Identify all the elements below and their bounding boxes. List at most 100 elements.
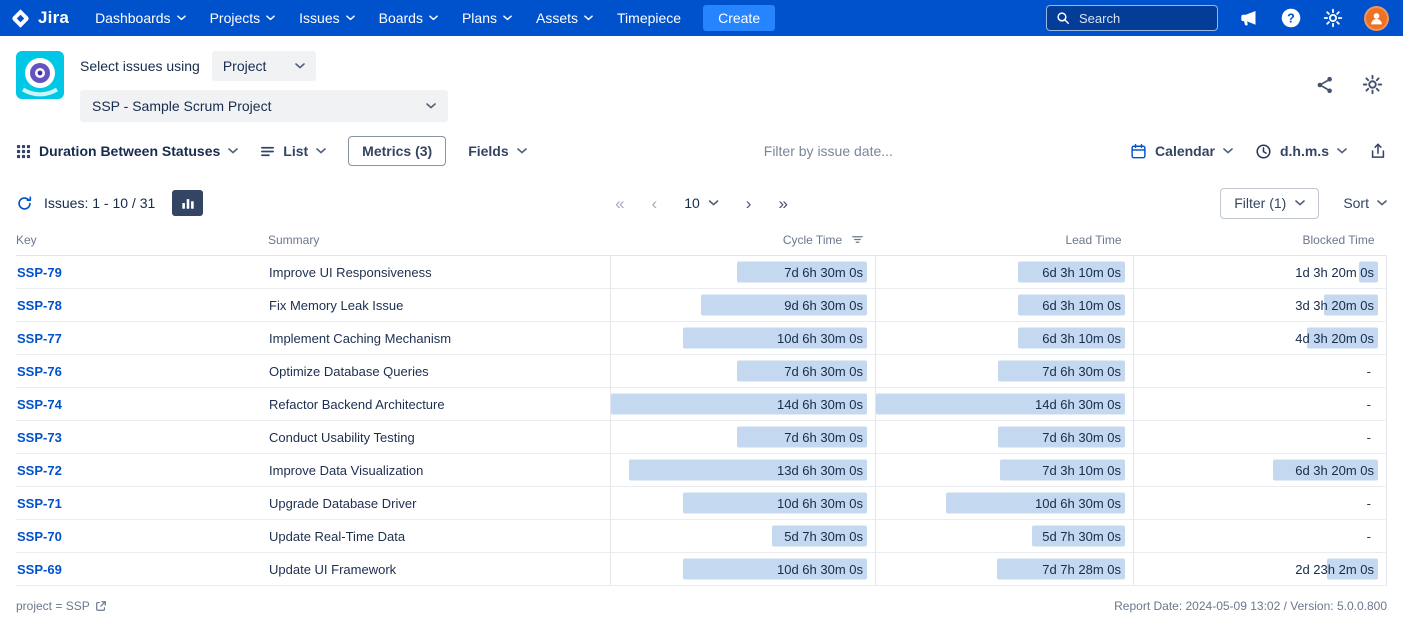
pagination-bar: Issues: 1 - 10 / 31 « ‹ 10 › » Filter (1… <box>16 185 1387 221</box>
duration-value: 5d 7h 30m 0s <box>784 529 863 544</box>
create-button[interactable]: Create <box>703 5 775 31</box>
issue-key-link[interactable]: SSP-78 <box>17 298 62 313</box>
nav-item-issues[interactable]: Issues <box>299 10 354 26</box>
chevron-down-icon <box>426 103 436 109</box>
issue-source-select[interactable]: Project <box>212 51 316 81</box>
column-header-blocked-time[interactable]: Blocked Time <box>1134 226 1387 256</box>
first-page-button[interactable]: « <box>615 195 624 212</box>
table-row: SSP-74 Refactor Backend Architecture 14d 6… <box>16 388 1387 421</box>
sort-filter-icon[interactable] <box>851 233 864 246</box>
duration-value: 14d 6h 30m 0s <box>1035 397 1121 412</box>
chevron-down-icon <box>177 15 186 21</box>
blocked-time-cell: - <box>1134 355 1387 388</box>
table-row: SSP-76 Optimize Database Queries 7d 6h 30m… <box>16 355 1387 388</box>
time-format-select[interactable]: d.h.m.s <box>1255 143 1347 160</box>
report-settings-icon[interactable] <box>1362 74 1383 95</box>
blocked-time-cell: 2d 23h 2m 0s <box>1134 553 1387 586</box>
sort-select[interactable]: Sort <box>1343 195 1387 211</box>
issue-summary: Update UI Framework <box>268 553 611 586</box>
column-header-cycle-time-label: Cycle Time <box>783 233 842 247</box>
issue-date-filter-input[interactable]: Filter by issue date... <box>754 143 903 159</box>
issue-selector-group: Select issues using Project SSP - Sample… <box>80 51 448 122</box>
help-icon[interactable]: ? <box>1280 7 1302 29</box>
settings-icon[interactable] <box>1323 8 1343 28</box>
jql-query-link[interactable]: project = SSP <box>16 599 107 613</box>
nav-item-label: Assets <box>536 10 578 26</box>
issue-key-link[interactable]: SSP-70 <box>17 529 62 544</box>
issue-key-link[interactable]: SSP-71 <box>17 496 62 511</box>
bar-chart-icon <box>181 196 195 210</box>
lead-time-cell: 7d 6h 30m 0s <box>876 421 1134 454</box>
column-header-cycle-time[interactable]: Cycle Time <box>611 226 876 256</box>
duration-value: 7d 6h 30m 0s <box>784 364 863 379</box>
issue-key-link[interactable]: SSP-77 <box>17 331 62 346</box>
column-header-key[interactable]: Key <box>16 226 268 256</box>
chart-view-button[interactable] <box>172 190 203 216</box>
refresh-icon[interactable] <box>16 195 33 212</box>
lead-time-cell: 6d 3h 10m 0s <box>876 322 1134 355</box>
page-footer: project = SSP Report Date: 2024-05-09 13… <box>0 586 1403 613</box>
issue-summary: Update Real-Time Data <box>268 520 611 553</box>
metrics-button[interactable]: Metrics (3) <box>348 136 446 166</box>
clock-icon <box>1255 143 1272 160</box>
cycle-time-cell: 10d 6h 30m 0s <box>611 487 876 520</box>
nav-item-label: Projects <box>210 10 261 26</box>
nav-item-boards[interactable]: Boards <box>379 10 438 26</box>
list-icon <box>260 144 275 159</box>
nav-item-plans[interactable]: Plans <box>462 10 512 26</box>
cycle-time-cell: 7d 6h 30m 0s <box>611 256 876 289</box>
chevron-down-icon <box>346 15 355 21</box>
nav-item-timepiece[interactable]: Timepiece <box>617 10 681 26</box>
nav-item-label: Dashboards <box>95 10 171 26</box>
project-select[interactable]: SSP - Sample Scrum Project <box>80 90 448 122</box>
search-input[interactable] <box>1077 10 1208 27</box>
issue-summary: Optimize Database Queries <box>268 355 611 388</box>
column-header-summary[interactable]: Summary <box>268 226 611 256</box>
filter-button[interactable]: Filter (1) <box>1220 188 1319 219</box>
issue-summary: Refactor Backend Architecture <box>268 388 611 421</box>
issue-key-link[interactable]: SSP-79 <box>17 265 62 280</box>
user-avatar[interactable] <box>1364 6 1389 31</box>
jira-logo[interactable]: Jira <box>10 8 69 29</box>
lead-time-cell: 10d 6h 30m 0s <box>876 487 1134 520</box>
issue-key-link[interactable]: SSP-74 <box>17 397 62 412</box>
issue-key-link[interactable]: SSP-76 <box>17 364 62 379</box>
page-size-select[interactable]: 10 <box>684 195 719 211</box>
nav-item-assets[interactable]: Assets <box>536 10 593 26</box>
filter-button-label: Filter (1) <box>1234 195 1286 211</box>
nav-item-dashboards[interactable]: Dashboards <box>95 10 186 26</box>
issues-table-body: SSP-79Improve UI Responsiveness7d 6h 30m… <box>16 256 1387 586</box>
issue-date-filter-placeholder: Filter by issue date... <box>764 143 893 159</box>
issue-key-link[interactable]: SSP-69 <box>17 562 62 577</box>
column-header-lead-time[interactable]: Lead Time <box>876 226 1134 256</box>
issue-key-link[interactable]: SSP-72 <box>17 463 62 478</box>
project-select-value: SSP - Sample Scrum Project <box>92 98 271 114</box>
nav-search[interactable] <box>1046 5 1218 31</box>
prev-page-button[interactable]: ‹ <box>652 195 658 212</box>
issue-key-link[interactable]: SSP-73 <box>17 430 62 445</box>
export-icon[interactable] <box>1369 142 1387 160</box>
duration-value: 14d 6h 30m 0s <box>777 397 863 412</box>
view-select-value: List <box>283 143 308 159</box>
view-select[interactable]: List <box>260 143 326 159</box>
announcement-icon[interactable] <box>1239 8 1259 28</box>
blocked-time-cell: 3d 3h 20m 0s <box>1134 289 1387 322</box>
duration-value: 7d 7h 28m 0s <box>1042 562 1121 577</box>
duration-value: 10d 6h 30m 0s <box>777 496 863 511</box>
nav-item-projects[interactable]: Projects <box>210 10 276 26</box>
issue-summary: Conduct Usability Testing <box>268 421 611 454</box>
sort-select-label: Sort <box>1343 195 1369 211</box>
lead-time-cell: 7d 7h 28m 0s <box>876 553 1134 586</box>
report-type-select[interactable]: Duration Between Statuses <box>16 143 238 159</box>
toolbar: Duration Between Statuses List Metrics (… <box>0 131 1403 177</box>
duration-value: - <box>1367 496 1374 511</box>
next-page-button[interactable]: › <box>746 195 752 212</box>
duration-value: 6d 3h 10m 0s <box>1042 298 1121 313</box>
chevron-down-icon <box>1377 200 1387 206</box>
calendar-select[interactable]: Calendar <box>1130 143 1233 160</box>
lead-time-cell: 14d 6h 30m 0s <box>876 388 1134 421</box>
share-icon[interactable] <box>1315 75 1335 95</box>
last-page-button[interactable]: » <box>778 195 787 212</box>
fields-select[interactable]: Fields <box>468 143 526 159</box>
lead-time-cell: 5d 7h 30m 0s <box>876 520 1134 553</box>
